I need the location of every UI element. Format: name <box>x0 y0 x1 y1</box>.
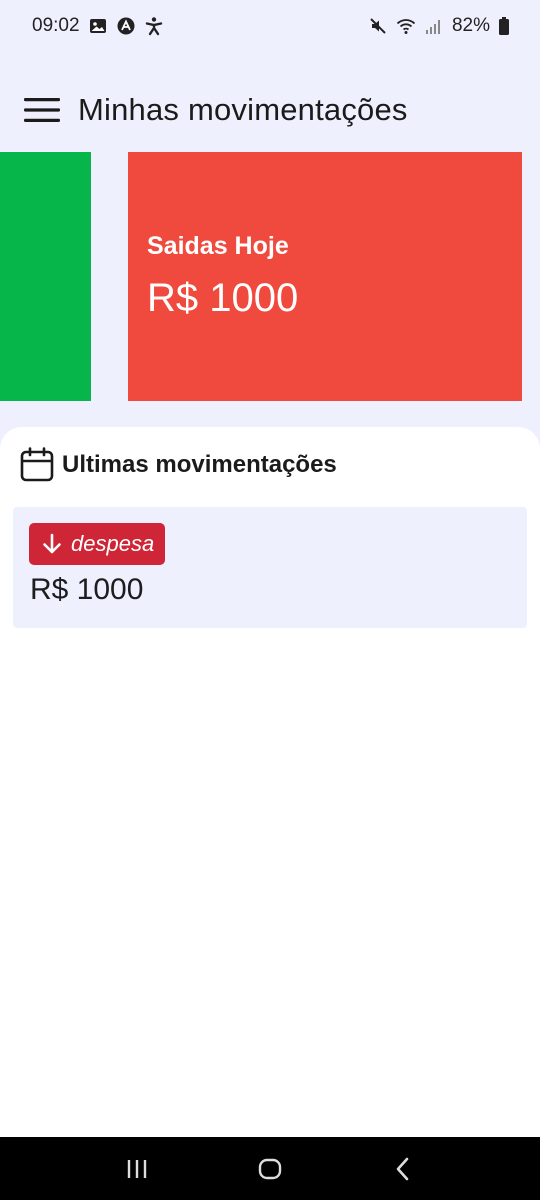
card-label: Saidas Hoje <box>147 232 289 260</box>
app-header: Minhas movimentações <box>22 80 408 140</box>
status-bar: 09:02 82% <box>0 0 540 52</box>
transaction-amount: R$ 1000 <box>30 573 144 606</box>
image-icon <box>88 16 108 36</box>
hamburger-menu-icon[interactable] <box>22 94 62 126</box>
section-title: Ultimas movimentações <box>62 451 337 478</box>
mute-icon <box>368 16 388 36</box>
battery-icon <box>498 16 510 36</box>
transaction-type-label: despesa <box>71 531 155 556</box>
navigation-bar <box>0 1137 540 1200</box>
recent-transactions-panel: Ultimas movimentações despesa R$ 1000 <box>0 427 540 1137</box>
transaction-type-badge: despesa <box>29 523 166 565</box>
recent-transactions-header: Ultimas movimentações <box>20 447 337 483</box>
home-icon[interactable] <box>250 1149 290 1189</box>
wifi-icon <box>396 16 416 36</box>
calendar-icon <box>20 447 54 483</box>
status-right: 82% <box>368 15 510 37</box>
recent-apps-icon[interactable] <box>117 1149 157 1189</box>
income-card[interactable] <box>0 152 91 401</box>
back-icon[interactable] <box>383 1149 423 1189</box>
signal-icon <box>424 16 444 36</box>
app-badge-icon <box>116 16 136 36</box>
status-left: 09:02 <box>32 15 164 37</box>
accessibility-icon <box>144 16 164 36</box>
card-value: R$ 1000 <box>147 276 299 320</box>
page-title: Minhas movimentações <box>78 92 408 127</box>
battery-percent: 82% <box>451 15 490 36</box>
arrow-down-icon <box>41 533 63 555</box>
transaction-item[interactable]: despesa R$ 1000 <box>13 507 527 628</box>
status-time: 09:02 <box>32 15 80 36</box>
expense-card[interactable]: Saidas Hoje R$ 1000 <box>128 152 522 401</box>
